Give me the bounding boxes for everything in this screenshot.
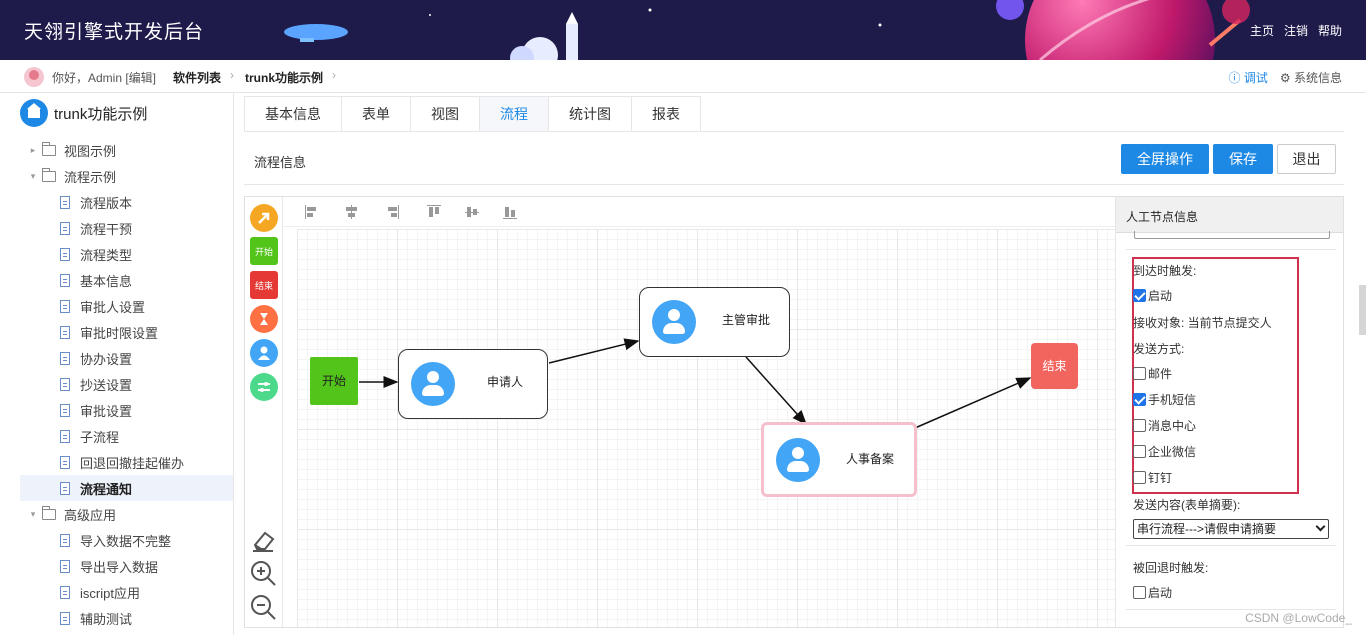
edge-manager-hr[interactable] [745,356,808,426]
divider [1126,609,1336,610]
chevron-down-icon [1315,521,1326,532]
flow-node-applicant[interactable]: 申请人 [398,349,548,419]
checkbox-label: 钉钉 [1148,471,1173,485]
flow-node-manager[interactable]: 主管审批 [639,287,790,357]
checkbox[interactable] [1133,393,1146,406]
node-properties-panel: 人工节点信息 到达时触发: 启动 接收对象: 当前节点提交人 发送方式: 邮件手… [1115,197,1343,627]
checkbox-label: 企业微信 [1148,445,1197,459]
checkbox-label: 邮件 [1148,367,1173,381]
user-icon [652,300,696,344]
flow-node-hr[interactable]: 人事备案 [761,422,917,497]
checkbox[interactable] [1133,289,1146,302]
send-method-checkbox[interactable]: 企业微信 [1133,443,1196,460]
send-method-label: 发送方式: [1133,342,1185,356]
panel-title: 人工节点信息 [1126,210,1199,224]
flow-node-label: 主管审批 [722,313,771,327]
send-method-checkbox[interactable]: 钉钉 [1133,469,1172,486]
arrival-trigger-label: 到达时触发: [1133,264,1197,278]
divider [1126,545,1336,546]
scrollbar-handle[interactable] [1359,285,1366,335]
rollback-trigger-label: 被回退时触发: [1133,561,1209,575]
checkbox-label: 启动 [1148,586,1173,600]
panel-header: 人工节点信息 [1116,197,1343,233]
home-icon [20,99,48,127]
checkbox-label: 消息中心 [1148,419,1197,433]
checkbox[interactable] [1133,445,1146,458]
flow-node-end[interactable]: 结束 [1031,343,1078,389]
node-type-select[interactable] [1134,231,1330,239]
flow-node-label: 人事备案 [846,452,895,466]
rollback-enable-checkbox[interactable]: 启动 [1133,584,1172,601]
send-method-checkbox[interactable]: 消息中心 [1133,417,1196,434]
user-icon [411,362,455,406]
flow-node-label: 申请人 [487,375,524,389]
edge-applicant-manager[interactable] [548,338,640,364]
edge-hr-end[interactable] [914,377,1032,429]
checkbox-label: 手机短信 [1148,393,1197,407]
divider [1126,249,1336,250]
checkbox[interactable] [1133,586,1146,599]
content-label: 发送内容(表单摘要): [1133,498,1241,512]
send-method-checkbox[interactable]: 邮件 [1133,365,1172,382]
flow-node-start[interactable]: 开始 [310,357,358,405]
checkbox[interactable] [1133,419,1146,432]
watermark: CSDN @LowCode_ [1245,611,1352,625]
receiver-label: 接收对象: 当前节点提交人 [1133,316,1272,330]
checkbox[interactable] [1133,471,1146,484]
send-method-checkbox[interactable]: 手机短信 [1133,391,1196,408]
sidebar-home-label: trunk功能示例 [54,105,148,123]
content-select[interactable]: 串行流程--->请假申请摘要 [1133,519,1329,539]
user-icon [776,438,820,482]
checkbox-label: 启动 [1148,289,1173,303]
checkbox[interactable] [1133,367,1146,380]
arrival-enable-checkbox[interactable]: 启动 [1133,287,1172,304]
content-select-value: 串行流程--->请假申请摘要 [1137,522,1276,536]
sidebar-home[interactable]: trunk功能示例 [20,99,148,127]
